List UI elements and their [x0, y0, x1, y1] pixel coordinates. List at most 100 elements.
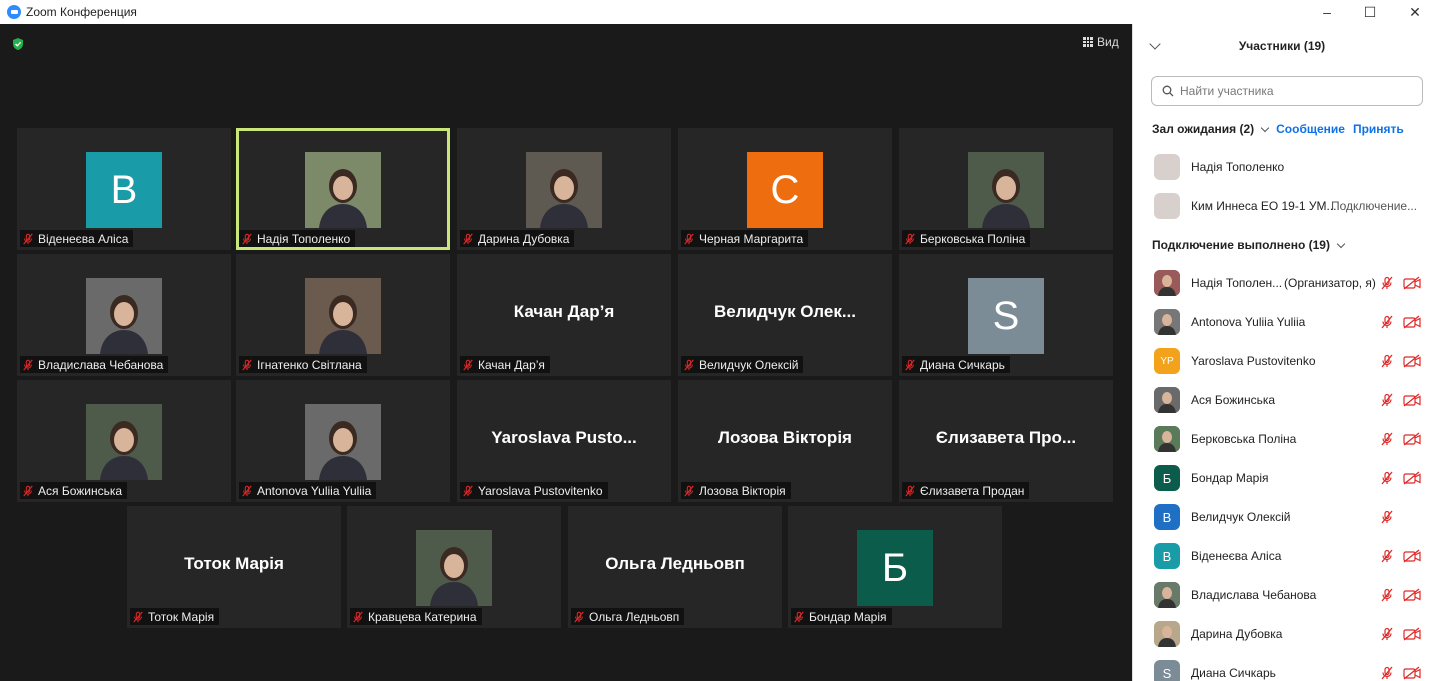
title-bar: Zoom Конференция – ☐ ✕	[0, 0, 1430, 24]
window-title: Zoom Конференция	[26, 5, 137, 19]
mic-muted-icon	[1381, 627, 1393, 641]
close-button[interactable]: ✕	[1392, 0, 1430, 24]
participant-row[interactable]: B Віденеєва Аліса	[1133, 538, 1430, 574]
participant-row[interactable]: Дарина Дубовка	[1133, 616, 1430, 652]
video-off-icon	[1403, 588, 1421, 602]
video-tile[interactable]: Велидчук Олек... Велидчук Олексій	[678, 254, 892, 376]
participant-display-name: Тоток Марія	[184, 554, 284, 573]
mic-muted-icon	[1381, 588, 1393, 602]
video-tile[interactable]: Качан Дар’я Качан Дар’я	[457, 254, 671, 376]
mic-muted-icon	[463, 485, 473, 496]
video-tile[interactable]: Кравцева Катерина	[347, 506, 561, 628]
participant-avatar	[1154, 154, 1180, 180]
name-label: Берковська Поліна	[902, 230, 1031, 247]
participant-row[interactable]: YP Yaroslava Pustovitenko	[1133, 343, 1430, 379]
panel-header: Участники (19)	[1133, 36, 1430, 56]
video-tile[interactable]: Дарина Дубовка	[457, 128, 671, 250]
participant-name: Кравцева Катерина	[368, 609, 477, 624]
participant-row[interactable]: B Велидчук Олексій	[1133, 499, 1430, 535]
search-input[interactable]	[1180, 84, 1410, 98]
participant-name: Надія Тополенко	[257, 231, 351, 246]
security-shield-icon[interactable]	[11, 37, 25, 51]
participant-avatar: S	[1154, 660, 1180, 681]
participant-photo	[968, 152, 1044, 228]
video-tile[interactable]: Тоток Марія Тоток Марія	[127, 506, 341, 628]
video-tile[interactable]: Yaroslava Pusto... Yaroslava Pustovitenko	[457, 380, 671, 502]
video-tile[interactable]: Ольга Ледньовп Ольга Ледньовп	[568, 506, 782, 628]
participant-row[interactable]: Antonova Yuliia Yuliia	[1133, 304, 1430, 340]
connection-status: Подключение...	[1331, 199, 1418, 213]
message-button[interactable]: Сообщение	[1276, 122, 1345, 136]
joined-header: Подключение выполнено (19)	[1152, 238, 1346, 252]
participant-name: Тоток Марія	[148, 609, 215, 624]
participant-avatar	[1154, 426, 1180, 452]
waiting-room-header: Зал ожидания (2) Сообщение Принять	[1152, 122, 1404, 136]
video-tile[interactable]: Владислава Чебанова	[17, 254, 231, 376]
participant-avatar: C	[747, 152, 823, 228]
participant-role: (Организатор, я)	[1284, 276, 1376, 290]
video-tile[interactable]: C Черная Маргарита	[678, 128, 892, 250]
name-label: Єлизавета Продан	[902, 482, 1030, 499]
participant-name: Yaroslava Pustovitenko	[1191, 354, 1316, 368]
video-tile[interactable]: Ася Божинська	[17, 380, 231, 502]
participant-row[interactable]: Ася Божинська	[1133, 382, 1430, 418]
video-tile[interactable]: Лозова Вікторія Лозова Вікторія	[678, 380, 892, 502]
chevron-down-icon[interactable]	[1336, 239, 1346, 248]
video-gallery: Вид B Віденеєва Аліса Надія Тополенко Дарин…	[0, 24, 1132, 681]
video-tile[interactable]: Б Бондар Марія	[788, 506, 1002, 628]
mic-muted-icon	[463, 359, 473, 370]
waiting-participant-row[interactable]: Надія Тополенко	[1133, 149, 1430, 185]
video-tile[interactable]: B Віденеєва Аліса	[17, 128, 231, 250]
chevron-down-icon[interactable]	[1260, 123, 1270, 132]
participant-search[interactable]	[1151, 76, 1423, 106]
participant-row[interactable]: Берковська Поліна	[1133, 421, 1430, 457]
name-label: Antonova Yuliia Yuliia	[239, 482, 377, 499]
mic-muted-icon	[1381, 354, 1393, 368]
name-label: Надія Тополенко	[239, 230, 356, 247]
participant-name: Диана Сичкарь	[920, 357, 1005, 372]
participant-photo	[305, 152, 381, 228]
name-label: Дарина Дубовка	[460, 230, 575, 247]
view-button[interactable]: Вид	[1083, 35, 1119, 49]
participant-avatar	[1154, 193, 1180, 219]
waiting-room-label: Зал ожидания (2)	[1152, 122, 1255, 136]
participant-photo	[305, 404, 381, 480]
video-tile[interactable]: Берковська Поліна	[899, 128, 1113, 250]
mic-muted-icon	[1381, 549, 1393, 563]
minimize-button[interactable]: –	[1304, 0, 1350, 24]
mic-muted-icon	[1381, 432, 1393, 446]
participant-name: Ігнатенко Світлана	[257, 357, 362, 372]
search-icon	[1162, 85, 1174, 97]
mic-muted-icon	[133, 611, 143, 622]
video-tile[interactable]: Надія Тополенко	[236, 128, 450, 250]
participant-row[interactable]: S Диана Сичкарь	[1133, 655, 1430, 681]
mic-muted-icon	[242, 233, 252, 244]
participant-avatar	[1154, 309, 1180, 335]
participant-name: Диана Сичкарь	[1191, 666, 1276, 680]
participant-photo	[86, 404, 162, 480]
video-off-icon	[1403, 666, 1421, 680]
name-label: Велидчук Олексій	[681, 356, 804, 373]
participant-avatar: B	[1154, 543, 1180, 569]
video-tile[interactable]: Єлизавета Про... Єлизавета Продан	[899, 380, 1113, 502]
zoom-logo-icon	[7, 5, 21, 19]
mic-muted-icon	[684, 233, 694, 244]
admit-button[interactable]: Принять	[1353, 122, 1404, 136]
waiting-participant-row[interactable]: Ким Иннеса ЕО 19-1 УМ... Подключение...	[1133, 188, 1430, 224]
video-tile[interactable]: Antonova Yuliia Yuliia	[236, 380, 450, 502]
maximize-button[interactable]: ☐	[1347, 0, 1393, 24]
participant-name: Качан Дар’я	[478, 357, 545, 372]
participant-row[interactable]: Владислава Чебанова	[1133, 577, 1430, 613]
participant-row[interactable]: Б Бондар Марія	[1133, 460, 1430, 496]
name-label: Тоток Марія	[130, 608, 220, 625]
video-tile[interactable]: S Диана Сичкарь	[899, 254, 1113, 376]
participant-avatar: Б	[857, 530, 933, 606]
participant-name: Ким Иннеса ЕО 19-1 УМ...	[1191, 199, 1337, 213]
mic-muted-icon	[1381, 471, 1393, 485]
name-label: Кравцева Катерина	[350, 608, 482, 625]
participant-row[interactable]: Надія Тополен... (Организатор, я)	[1133, 265, 1430, 301]
video-tile[interactable]: Ігнатенко Світлана	[236, 254, 450, 376]
participant-name: Дарина Дубовка	[1191, 627, 1283, 641]
name-label: Ася Божинська	[20, 482, 128, 499]
mic-muted-icon	[1381, 315, 1393, 329]
